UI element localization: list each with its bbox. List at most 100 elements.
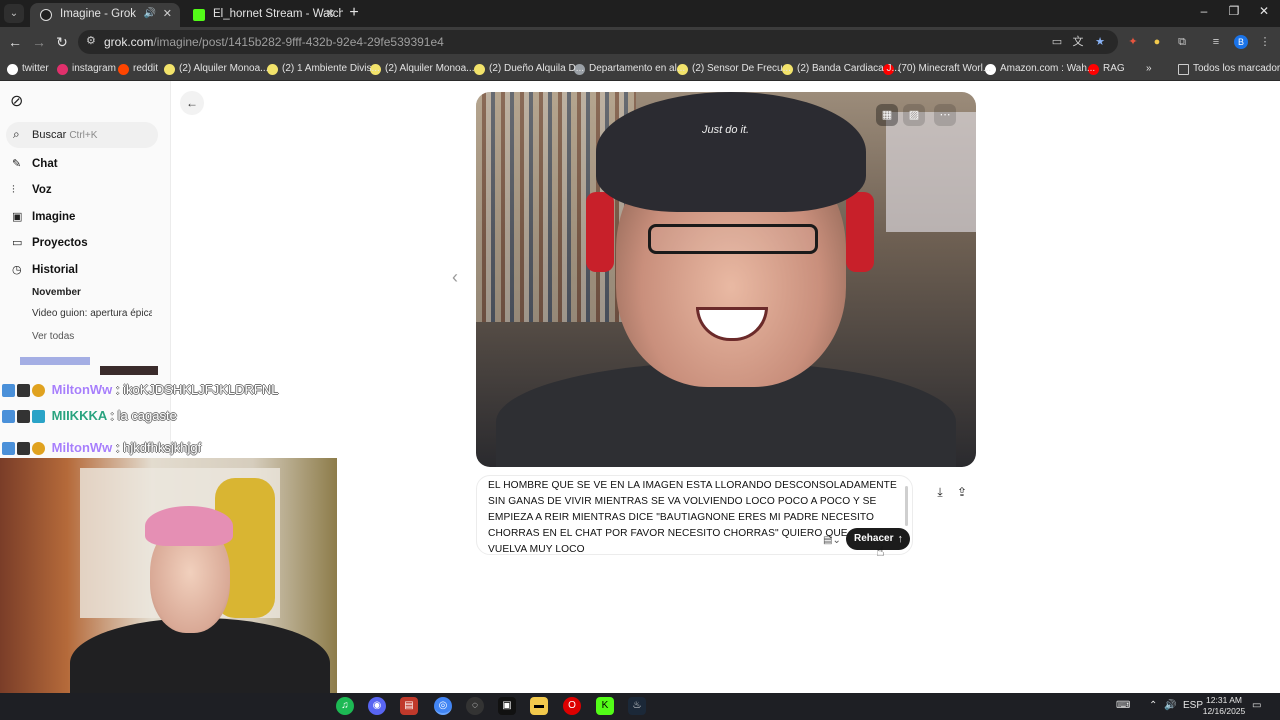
see-all-history-link[interactable]: Ver todas [32,331,74,342]
image-icon: ▣ [12,211,23,223]
video-mode-icon[interactable]: ▦ [876,104,898,126]
bookmark-favicon-icon [267,64,278,75]
steam-icon[interactable]: ♨ [628,697,646,715]
bookmark-label: (2) Sensor De Frecu... [692,63,791,74]
site-info-icon[interactable]: ⚙ [86,34,96,47]
headphone-left [586,192,614,272]
bookmark-item[interactable]: instagram [57,61,116,77]
bookmark-item[interactable]: (2) Sensor De Frecu... [677,61,791,77]
sidebar-item-historial[interactable]: ◷ Historial [12,260,162,280]
bookmark-favicon-icon [118,64,129,75]
more-options-icon[interactable]: ⋯ [934,104,956,126]
discord-icon[interactable]: ◉ [368,697,386,715]
bookmarks-overflow-button[interactable]: » [1146,61,1152,77]
chat-badges [2,441,48,456]
tab-search-button[interactable]: ⌄ [4,4,24,23]
history-item[interactable]: Video guion: apertura épica [32,308,152,319]
forward-icon[interactable]: → [30,33,48,51]
bookmark-item[interactable]: (2) Banda Cardiaca J... [782,61,900,77]
browser-toolbar: ← → ↻ ⚙ grok.com/imagine/post/1415b282-9… [0,27,1280,57]
tab-kick-stream[interactable]: El_hornet Stream - Watch Live c ✕ [183,3,343,27]
new-tab-button[interactable]: + [346,3,362,23]
bookmark-item[interactable]: (2) Alquiler Monoa... [164,61,269,77]
bookmark-item[interactable]: reddit [118,61,158,77]
sidebar-item-proyectos[interactable]: ▭ Proyectos [12,233,162,253]
bookmark-item[interactable]: twitter [7,61,49,77]
extension-icon[interactable]: ✦ [1126,35,1140,49]
media-control-icon[interactable]: ≡ [1209,35,1223,49]
rehacer-label: Rehacer [854,533,894,544]
streamer-pink-cap [145,506,233,546]
sidebar-item-label: Chat [32,158,58,170]
search-shortcut: Ctrl+K [69,130,98,141]
prompt-box[interactable]: EL HOMBRE QUE SE VE EN LA IMAGEN ESTA LL… [476,475,913,555]
extension-icon[interactable]: ● [1150,35,1164,49]
mode-selector-icon[interactable]: ▤⌄ [823,535,841,546]
bookmark-item[interactable]: (2) Dueño Alquila D... [474,61,584,77]
spotify-icon[interactable]: ♫ [336,697,354,715]
sidebar-item-label: Historial [32,264,79,276]
prompt-scrollbar[interactable] [905,486,908,526]
opera-icon[interactable]: O [563,697,581,715]
subject-glasses [648,224,818,254]
compose-icon: ✎ [12,158,22,170]
reload-icon[interactable]: ↻ [53,33,71,51]
speaker-icon[interactable]: 🔊 [144,3,156,25]
obs-icon[interactable]: ◌ [466,697,484,715]
previous-arrow-icon[interactable]: ‹ [452,267,458,288]
kick-favicon-icon [193,9,205,21]
bookmark-item[interactable]: Amazon.com : Wah... [985,61,1095,77]
tray-overflow-icon[interactable]: ⌃ [1149,700,1157,711]
history-icon: ◷ [12,264,22,276]
keyboard-icon[interactable]: ⌨ [1116,700,1130,711]
chat-username: MiltonWw [51,440,113,455]
back-icon[interactable]: ← [6,33,24,51]
address-bar[interactable]: ⚙ grok.com/imagine/post/1415b282-9fff-43… [78,30,1118,54]
search-label: Buscar [32,129,67,141]
bookmark-favicon-icon [474,64,485,75]
search-input[interactable]: ⌕ Buscar Ctrl+K [6,122,158,148]
arrow-up-icon: ↑ [897,533,904,545]
restore-icon[interactable]: ❐ [1224,4,1244,18]
bookmark-label: (2) Alquiler Monoa... [385,63,475,74]
profile-avatar[interactable]: B [1234,35,1248,49]
waveform-icon: ⫶ [12,184,15,196]
bookmark-label: instagram [72,63,116,74]
close-window-icon[interactable]: ✕ [1254,4,1274,18]
chrome-icon[interactable]: ◎ [434,697,452,715]
translate-icon[interactable]: 文 [1071,35,1085,49]
bookmark-label: (2) Banda Cardiaca J... [797,63,900,74]
bookmark-item[interactable]: Departamento en al... [574,61,685,77]
bookmark-label: twitter [22,63,49,74]
notifications-icon[interactable]: ▭ [1252,700,1261,711]
all-bookmarks-folder[interactable]: Todos los marcadores [1178,61,1280,77]
bookmark-item[interactable]: (2) Alquiler Monoa... [370,61,475,77]
subject-cap [596,92,866,212]
sidebar-item-imagine[interactable]: ▣ Imagine [12,207,162,227]
game-launcher-icon[interactable]: ▤ [400,697,418,715]
bookmark-item[interactable]: (2) 1 Ambiente Divis... [267,61,380,77]
app-icon[interactable]: ▣ [498,697,516,715]
close-tab-icon[interactable]: ✕ [163,3,172,25]
share-icon[interactable]: ⇪ [951,481,973,503]
minimize-icon[interactable]: – [1194,4,1214,18]
windows-taskbar: ♫ ◉ ▤ ◎ ◌ ▣ ▬ O K ♨ ⌨ ⌃ 🔊 ESP 12:31 AM 1… [0,693,1280,720]
download-icon[interactable]: ⤓ [929,481,951,503]
file-explorer-icon[interactable]: ▬ [530,697,548,715]
language-indicator[interactable]: ESP [1183,700,1203,711]
menu-kebab-icon[interactable]: ⋮ [1258,35,1272,49]
generated-video-frame[interactable]: Just do it. ▦ ▨ ⋯ [476,92,976,467]
kick-icon[interactable]: K [596,697,614,715]
system-clock[interactable]: 12:31 AM 12/16/2025 [1202,695,1246,717]
install-app-icon[interactable]: ▭ [1050,35,1064,49]
bookmark-star-icon[interactable]: ★ [1093,35,1107,49]
tab-imagine-grok[interactable]: Imagine - Grok 🔊 ✕ [30,3,180,27]
close-tab-icon[interactable]: ✕ [326,3,335,25]
sidebar-item-chat[interactable]: ✎ Chat [12,154,162,174]
volume-icon[interactable]: 🔊 [1164,700,1176,711]
grok-logo-icon[interactable]: ⊘ [10,91,28,110]
image-mode-icon[interactable]: ▨ [903,104,925,126]
back-button[interactable]: ← [180,91,204,115]
extensions-puzzle-icon[interactable]: ⧉ [1175,35,1189,49]
sidebar-item-voz[interactable]: ⫶ Voz [12,180,162,200]
